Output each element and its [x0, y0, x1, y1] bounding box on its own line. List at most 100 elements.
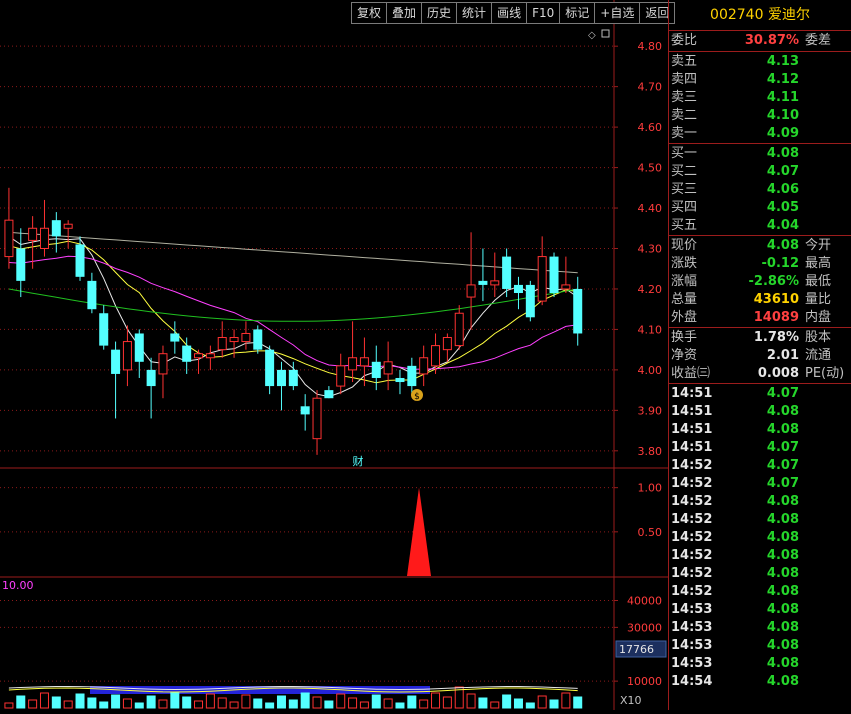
price-tick-label: 4.00 — [638, 364, 663, 377]
toolbar-button-2[interactable]: 历史 — [421, 2, 458, 24]
quote-row-1-value: -0.12 — [761, 256, 799, 271]
volume-bar — [312, 696, 322, 709]
tick-list[interactable]: 14:51 4.07 14:51 4.08 14:51 4.08 14:51 4.07 14:5… — [669, 383, 851, 691]
tick-row: 14:54 4.08 — [669, 673, 851, 691]
volume-bar — [170, 692, 180, 709]
tick-row: 14:51 4.07 — [669, 385, 851, 403]
candle — [407, 357, 417, 395]
toolbar-button-6[interactable]: 标记 — [559, 2, 596, 24]
toolbar-button-5[interactable]: F10 — [526, 2, 561, 24]
buy-level-5-value: 4.04 — [766, 218, 799, 233]
tick-price: 4.07 — [766, 386, 799, 401]
candle — [513, 276, 523, 310]
candle — [241, 321, 251, 350]
weibi-value: 30.87% — [744, 33, 799, 48]
stat-row-2: 收益㈢ 0.008 PE(动) — [669, 365, 851, 383]
candle — [63, 220, 73, 249]
toolbar-button-4[interactable]: 画线 — [491, 2, 528, 24]
sell-level-2-label: 卖二 — [671, 108, 698, 123]
candle-body — [395, 377, 405, 383]
candle-body — [383, 361, 393, 375]
sell-level-3-value: 4.11 — [766, 90, 799, 105]
candle-body — [205, 353, 215, 359]
candle — [182, 337, 192, 374]
ma20-line — [8, 255, 578, 370]
tick-time: 14:52 — [671, 548, 713, 563]
tick-row: 14:53 4.08 — [669, 619, 851, 637]
sell-level-5: 卖五 4.13 — [669, 53, 851, 71]
candle-body — [158, 353, 168, 375]
volume-bar — [51, 696, 61, 709]
toolbar-button-0[interactable]: 复权 — [351, 2, 388, 24]
price-tick-label: 4.70 — [638, 81, 663, 94]
tick-row: 14:52 4.07 — [669, 457, 851, 475]
candle — [525, 280, 535, 322]
candle-body — [28, 227, 38, 241]
volume-bar — [194, 700, 204, 709]
kline-chart-area[interactable]: 4.80 4.70 4.60 4.50 4.40 4.30 4.20 4.10 4.00 3.90… — [0, 0, 676, 710]
volume-bar — [371, 694, 381, 709]
toolbar-button-3[interactable]: 统计 — [456, 2, 493, 24]
volume-bar — [182, 696, 192, 709]
tick-time: 14:51 — [671, 386, 713, 401]
volume-bar — [288, 699, 298, 709]
tick-time: 14:51 — [671, 422, 713, 437]
candle — [4, 187, 14, 269]
indicator-tick-label: 1.00 — [638, 482, 663, 495]
toolbar-button-1[interactable]: 叠加 — [386, 2, 423, 24]
quote-row-4: 外盘 14089 内盘 — [669, 309, 851, 327]
quote-panel: 002740 爱迪尔 委比 30.87% 委差 卖五 4.13 卖四 4.12 卖三 4.… — [668, 0, 851, 710]
candle — [146, 357, 156, 419]
quote-row-3: 总量 43610 量比 — [669, 291, 851, 309]
candle-body — [573, 288, 583, 334]
candle-body — [99, 313, 109, 346]
tick-row: 14:53 4.08 — [669, 601, 851, 619]
tick-time: 14:52 — [671, 476, 713, 491]
sell-orders: 卖五 4.13 卖四 4.12 卖三 4.11 卖二 4.10 卖一 4.09 — [669, 51, 851, 143]
price-tick-label: 4.40 — [638, 202, 663, 215]
tick-price: 4.08 — [766, 530, 799, 545]
weibi-row: 委比 30.87% 委差 — [669, 31, 851, 51]
candle — [276, 361, 286, 411]
candle — [111, 341, 121, 419]
buy-level-1-label: 买一 — [671, 146, 698, 161]
tick-time: 14:53 — [671, 638, 713, 653]
quote-row-3-label: 总量 — [671, 292, 698, 307]
candle-body — [478, 280, 488, 285]
candle — [300, 394, 310, 431]
candle — [324, 386, 334, 399]
kline-svg[interactable]: 4.80 4.70 4.60 4.50 4.40 4.30 4.20 4.10 4.00 3.90… — [0, 0, 668, 710]
volume-bar — [490, 701, 500, 709]
sell-level-4: 卖四 4.12 — [669, 71, 851, 89]
candle-body — [134, 333, 144, 362]
toolbar-button-7[interactable]: +自选 — [594, 2, 641, 24]
tick-price: 4.08 — [766, 620, 799, 635]
tick-price: 4.08 — [766, 584, 799, 599]
sell-level-2: 卖二 4.10 — [669, 107, 851, 125]
volume-bar — [87, 697, 97, 709]
stat-row-0-label2: 股本 — [805, 330, 832, 345]
quote-row-0-label: 现价 — [671, 238, 698, 253]
candle-body — [513, 284, 523, 294]
price-tick-label: 3.80 — [638, 445, 663, 458]
volume-bar — [134, 702, 144, 709]
sell-level-1-label: 卖一 — [671, 126, 698, 141]
tick-row: 14:51 4.08 — [669, 421, 851, 439]
candle — [51, 212, 61, 253]
quote-row-0-value: 4.08 — [766, 238, 799, 253]
tick-price: 4.08 — [766, 404, 799, 419]
stat-row-1: 净资 2.01 流通 — [669, 347, 851, 365]
candle — [371, 345, 381, 391]
candle — [336, 353, 346, 395]
volume-bar — [525, 702, 535, 709]
tick-price: 4.08 — [766, 638, 799, 653]
stock-title[interactable]: 002740 爱迪尔 — [669, 0, 851, 31]
candle-body — [419, 357, 429, 375]
stat-row-2-value: 0.008 — [757, 366, 799, 381]
ma10-line — [8, 240, 578, 384]
volume-bar — [419, 699, 429, 709]
quote-row-1-label2: 最高 — [805, 256, 832, 271]
financial-report-marker: 财 — [353, 454, 364, 468]
candle — [395, 369, 405, 395]
quote-row-1-label: 涨跌 — [671, 256, 698, 271]
